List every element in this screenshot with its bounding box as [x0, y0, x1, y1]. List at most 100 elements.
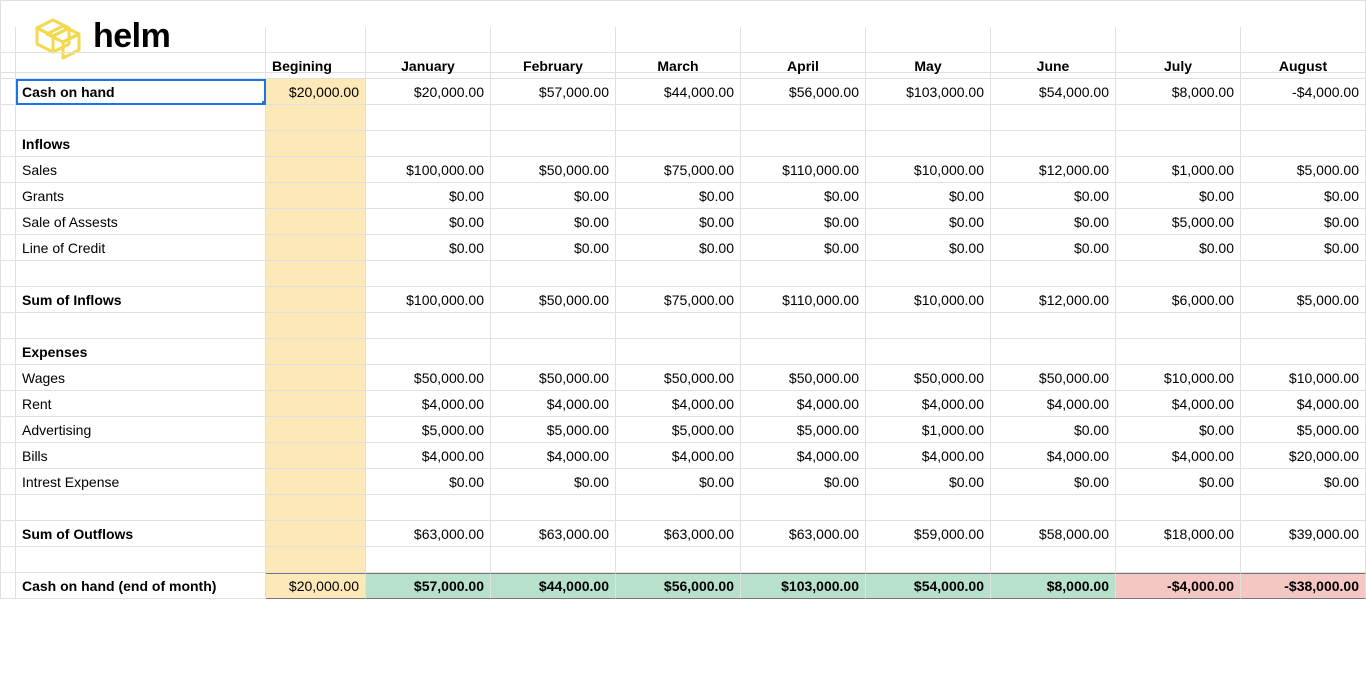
blank-cell[interactable] [16, 105, 266, 131]
advertising-feb[interactable]: $5,000.00 [491, 417, 616, 443]
blank-cell[interactable] [1116, 339, 1241, 365]
blank-cell[interactable] [1116, 105, 1241, 131]
blank-cell[interactable] [741, 105, 866, 131]
sales-aug[interactable]: $5,000.00 [1241, 157, 1366, 183]
interest-mar[interactable]: $0.00 [616, 469, 741, 495]
blank-cell[interactable] [866, 27, 991, 53]
wages-jun[interactable]: $50,000.00 [991, 365, 1116, 391]
blank-cell[interactable] [266, 131, 366, 157]
blank-cell[interactable] [266, 391, 366, 417]
blank-cell[interactable] [1116, 131, 1241, 157]
interest-aug[interactable]: $0.00 [1241, 469, 1366, 495]
eom-apr[interactable]: $103,000.00 [741, 573, 866, 599]
wages-aug[interactable]: $10,000.00 [1241, 365, 1366, 391]
rent-aug[interactable]: $4,000.00 [1241, 391, 1366, 417]
spreadsheet-grid[interactable]: helm Begining January February March Apr… [0, 0, 1366, 599]
blank-cell[interactable] [866, 261, 991, 287]
blank-cell[interactable] [491, 339, 616, 365]
row-label-grants[interactable]: Grants [16, 183, 266, 209]
blank-cell[interactable] [266, 443, 366, 469]
sum-inflows-jan[interactable]: $100,000.00 [366, 287, 491, 313]
wages-jan[interactable]: $50,000.00 [366, 365, 491, 391]
rent-jan[interactable]: $4,000.00 [366, 391, 491, 417]
row-label-rent[interactable]: Rent [16, 391, 266, 417]
sum-outflows-mar[interactable]: $63,000.00 [616, 521, 741, 547]
blank-cell[interactable] [616, 131, 741, 157]
sales-apr[interactable]: $110,000.00 [741, 157, 866, 183]
eom-may[interactable]: $54,000.00 [866, 573, 991, 599]
section-header-expenses[interactable]: Expenses [16, 339, 266, 365]
advertising-may[interactable]: $1,000.00 [866, 417, 991, 443]
blank-cell[interactable] [266, 417, 366, 443]
blank-cell[interactable] [491, 313, 616, 339]
blank-cell[interactable] [1241, 313, 1366, 339]
blank-cell[interactable] [266, 157, 366, 183]
cash-on-hand-may[interactable]: $103,000.00 [866, 79, 991, 105]
blank-cell[interactable] [266, 209, 366, 235]
col-header-march[interactable]: March [616, 53, 741, 79]
loc-jun[interactable]: $0.00 [991, 235, 1116, 261]
sum-inflows-mar[interactable]: $75,000.00 [616, 287, 741, 313]
blank-cell[interactable] [991, 339, 1116, 365]
blank-cell[interactable] [991, 261, 1116, 287]
rent-apr[interactable]: $4,000.00 [741, 391, 866, 417]
grants-aug[interactable]: $0.00 [1241, 183, 1366, 209]
sales-feb[interactable]: $50,000.00 [491, 157, 616, 183]
blank-cell[interactable] [1241, 495, 1366, 521]
blank-cell[interactable] [616, 547, 741, 573]
blank-cell[interactable] [991, 131, 1116, 157]
sum-inflows-jun[interactable]: $12,000.00 [991, 287, 1116, 313]
blank-cell[interactable] [266, 495, 366, 521]
sum-outflows-aug[interactable]: $39,000.00 [1241, 521, 1366, 547]
advertising-jul[interactable]: $0.00 [1116, 417, 1241, 443]
blank-cell[interactable] [741, 313, 866, 339]
eom-jun[interactable]: $8,000.00 [991, 573, 1116, 599]
sum-outflows-apr[interactable]: $63,000.00 [741, 521, 866, 547]
row-label-loc[interactable]: Line of Credit [16, 235, 266, 261]
grants-apr[interactable]: $0.00 [741, 183, 866, 209]
sale-assets-may[interactable]: $0.00 [866, 209, 991, 235]
sum-inflows-feb[interactable]: $50,000.00 [491, 287, 616, 313]
cash-on-hand-jun[interactable]: $54,000.00 [991, 79, 1116, 105]
blank-cell[interactable] [491, 547, 616, 573]
sale-assets-apr[interactable]: $0.00 [741, 209, 866, 235]
cash-on-hand-jul[interactable]: $8,000.00 [1116, 79, 1241, 105]
sum-outflows-jun[interactable]: $58,000.00 [991, 521, 1116, 547]
bills-aug[interactable]: $20,000.00 [1241, 443, 1366, 469]
blank-cell[interactable] [991, 105, 1116, 131]
row-label-advertising[interactable]: Advertising [16, 417, 266, 443]
row-label-sales[interactable]: Sales [16, 157, 266, 183]
eom-feb[interactable]: $44,000.00 [491, 573, 616, 599]
sales-jun[interactable]: $12,000.00 [991, 157, 1116, 183]
grants-mar[interactable]: $0.00 [616, 183, 741, 209]
bills-mar[interactable]: $4,000.00 [616, 443, 741, 469]
loc-may[interactable]: $0.00 [866, 235, 991, 261]
blank-cell[interactable] [1116, 261, 1241, 287]
blank-cell[interactable] [616, 495, 741, 521]
cash-on-hand-aug[interactable]: -$4,000.00 [1241, 79, 1366, 105]
blank-cell[interactable] [16, 27, 266, 53]
blank-cell[interactable] [266, 105, 366, 131]
blank-cell[interactable] [741, 547, 866, 573]
bills-apr[interactable]: $4,000.00 [741, 443, 866, 469]
bills-may[interactable]: $4,000.00 [866, 443, 991, 469]
sum-outflows-jan[interactable]: $63,000.00 [366, 521, 491, 547]
blank-cell[interactable] [1116, 547, 1241, 573]
cash-on-hand-apr[interactable]: $56,000.00 [741, 79, 866, 105]
blank-cell[interactable] [266, 339, 366, 365]
sale-assets-feb[interactable]: $0.00 [491, 209, 616, 235]
blank-cell[interactable] [866, 495, 991, 521]
blank-cell[interactable] [266, 365, 366, 391]
eom-jul[interactable]: -$4,000.00 [1116, 573, 1241, 599]
loc-mar[interactable]: $0.00 [616, 235, 741, 261]
blank-cell[interactable] [1241, 131, 1366, 157]
bills-feb[interactable]: $4,000.00 [491, 443, 616, 469]
row-label-cash-on-hand[interactable]: Cash on hand [16, 79, 266, 105]
col-header-begining[interactable]: Begining [266, 53, 366, 79]
interest-feb[interactable]: $0.00 [491, 469, 616, 495]
cash-on-hand-mar[interactable]: $44,000.00 [616, 79, 741, 105]
interest-jun[interactable]: $0.00 [991, 469, 1116, 495]
blank-cell[interactable] [991, 27, 1116, 53]
blank-cell[interactable] [991, 313, 1116, 339]
blank-cell[interactable] [1116, 27, 1241, 53]
